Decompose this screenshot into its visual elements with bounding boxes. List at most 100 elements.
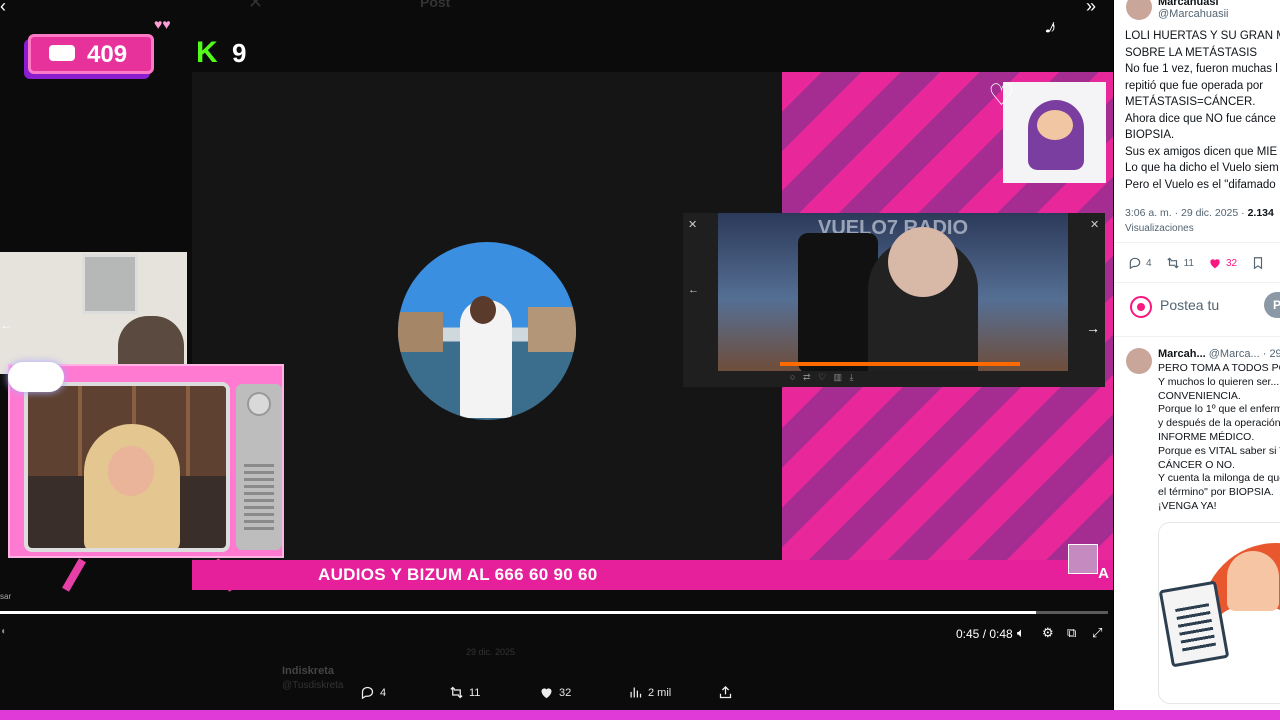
share-button[interactable]	[718, 685, 733, 700]
previous-icon[interactable]: ‹	[0, 0, 6, 17]
studio-video[interactable]: VUELO7 RADIO	[718, 213, 1068, 371]
post-detail-panel: Marcahuasi @Marcahuasii LOLI HUERTAS Y S…	[1114, 0, 1280, 710]
doctor-head	[1227, 551, 1279, 611]
video-player[interactable]: ✕ Post ‹ » VUELO7 RADIO ○ ⇄ ♡ ▥ ⤓ ✕ ✕ ← …	[0, 0, 1113, 720]
studio-chair	[798, 233, 878, 371]
bookmark-button[interactable]	[1251, 256, 1265, 270]
comment-text-line: y después de la operación	[1158, 417, 1280, 430]
host-webcam	[24, 382, 230, 552]
reply-input[interactable]: Postea tu	[1160, 297, 1219, 313]
scrub-handle-icon[interactable]: ◖	[0, 626, 10, 640]
arrow-left-icon: ←	[0, 318, 12, 332]
close-icon: ✕	[688, 219, 698, 231]
post-text-line: Sus ex amigos dicen que MIE	[1125, 145, 1278, 158]
comment-text-line: PERO TOMA A TODOS PO	[1158, 362, 1280, 374]
arrow-right-icon: →	[1086, 320, 1100, 336]
like-count: 32	[1225, 257, 1238, 269]
guest-photo	[398, 242, 576, 420]
banner-tail: A	[1098, 565, 1109, 582]
expand-panel-icon[interactable]: »	[1086, 0, 1096, 17]
heart-icon	[541, 688, 552, 699]
sticker-face	[1037, 110, 1073, 140]
repost-count: 11	[1183, 257, 1194, 269]
comment-text-line: INFORME MÉDICO.	[1158, 431, 1255, 443]
like-button[interactable]: 32	[539, 685, 571, 700]
post-text-line: repitió que fue operada por	[1125, 79, 1264, 92]
tv-knob	[247, 392, 271, 416]
host-face	[108, 446, 154, 496]
comment-author: Marcah...	[1158, 348, 1206, 360]
clipboard-lines	[1175, 603, 1217, 653]
repost-button[interactable]: 11	[449, 685, 480, 700]
sticker-character	[1003, 82, 1106, 183]
progress-fill	[0, 611, 1036, 614]
comment-text-line: ¡VENGA YA!	[1158, 500, 1217, 512]
post-text-line: SOBRE LA METÁSTASIS	[1125, 46, 1258, 59]
screen: ✕ Post ‹ » VUELO7 RADIO ○ ⇄ ♡ ▥ ⤓ ✕ ✕ ← …	[0, 0, 1280, 720]
volume-icon[interactable]: 🔈︎	[1017, 625, 1025, 641]
arrow-left-icon: ←	[688, 284, 699, 296]
author-name[interactable]: Marcahuasi	[1158, 0, 1219, 8]
avatar[interactable]	[1126, 0, 1152, 20]
avatar[interactable]	[1126, 348, 1152, 374]
building-right	[528, 307, 576, 352]
side-label: sar	[0, 592, 12, 601]
bottom-accent-bar	[0, 710, 1280, 720]
comment-text-line: Y muchos lo quieren ser...	[1158, 375, 1280, 388]
settings-gear-icon[interactable]: ⚙	[1042, 625, 1054, 641]
divider	[1114, 242, 1280, 243]
repost-count: 11	[469, 686, 481, 699]
post-actions: 4 11 32	[1128, 256, 1265, 270]
comment-header[interactable]: Marcah... @Marca... · 29	[1158, 348, 1280, 360]
post-text-line: Lo que ha dicho el Vuelo siem	[1125, 162, 1279, 174]
author-handle[interactable]: @Marcahuasii	[1158, 8, 1228, 20]
chat-bubble-icon	[49, 45, 75, 61]
post-text-line: Ahora dice que NO fue cánce	[1125, 112, 1276, 125]
current-user-avatar	[1130, 296, 1152, 318]
comment-text-line: Porque es VITAL saber si T	[1158, 444, 1280, 457]
reply-button[interactable]: 4	[1128, 256, 1152, 270]
comment-text-line: CÁNCER O NO.	[1158, 458, 1236, 471]
tv-speaker-grill	[244, 464, 274, 534]
view-count: 2 mil	[648, 686, 672, 699]
close-icon: ✕	[1090, 219, 1100, 231]
progress-bar[interactable]	[0, 611, 1108, 614]
repost-button[interactable]: 11	[1166, 256, 1194, 270]
reply-count: 4	[1146, 257, 1152, 269]
share-icon	[719, 685, 732, 699]
reply-icon	[361, 686, 374, 700]
kick-logo-icon: K	[196, 36, 218, 69]
studio-controls: ○ ⇄ ♡ ▥ ⤓	[790, 372, 854, 382]
studio-progress	[780, 362, 1020, 366]
building-left	[398, 312, 443, 352]
kick-count: 9	[232, 38, 247, 68]
ghost-post-title: Post	[420, 0, 451, 10]
tv-frame	[8, 362, 284, 558]
studio-host-head	[888, 227, 958, 297]
divider	[1114, 336, 1280, 337]
guest-head	[470, 296, 496, 324]
comment-text-line: CONVENIENCIA.	[1158, 389, 1241, 402]
music-note-icon: ♪	[1041, 12, 1062, 41]
fullscreen-icon[interactable]: ⤢	[1092, 625, 1102, 641]
post-views-label: Visualizaciones	[1125, 223, 1194, 234]
post-text-line: BIOPSIA.	[1125, 129, 1175, 141]
bookmark-icon	[1253, 257, 1263, 270]
post-timestamp[interactable]: 3:06 a. m. · 29 dic. 2025 · 2.134	[1125, 207, 1274, 219]
like-button[interactable]: 32	[1208, 256, 1237, 270]
comment-text-line: el término" por BIOPSIA.	[1158, 486, 1274, 499]
comment-image[interactable]	[1158, 522, 1280, 704]
post-reply-button[interactable]: P	[1264, 292, 1280, 318]
close-icon[interactable]: ✕	[248, 0, 263, 13]
reply-count: 4	[380, 686, 387, 699]
views-button[interactable]: 2 mil	[628, 685, 671, 700]
pip-icon[interactable]: ⧉	[1067, 625, 1076, 641]
time-display: 0:45 / 0:48	[956, 627, 1013, 641]
comment-text-line: Y cuenta la milonga de que	[1158, 472, 1280, 485]
post-text-line: METÁSTASIS=CÁNCER.	[1125, 96, 1256, 108]
tv-control-panel	[236, 384, 282, 550]
comment-handle: @Marca...	[1208, 348, 1260, 360]
wall-picture	[82, 254, 138, 314]
reply-button[interactable]: 4	[360, 685, 386, 700]
tv-leg	[62, 558, 86, 592]
